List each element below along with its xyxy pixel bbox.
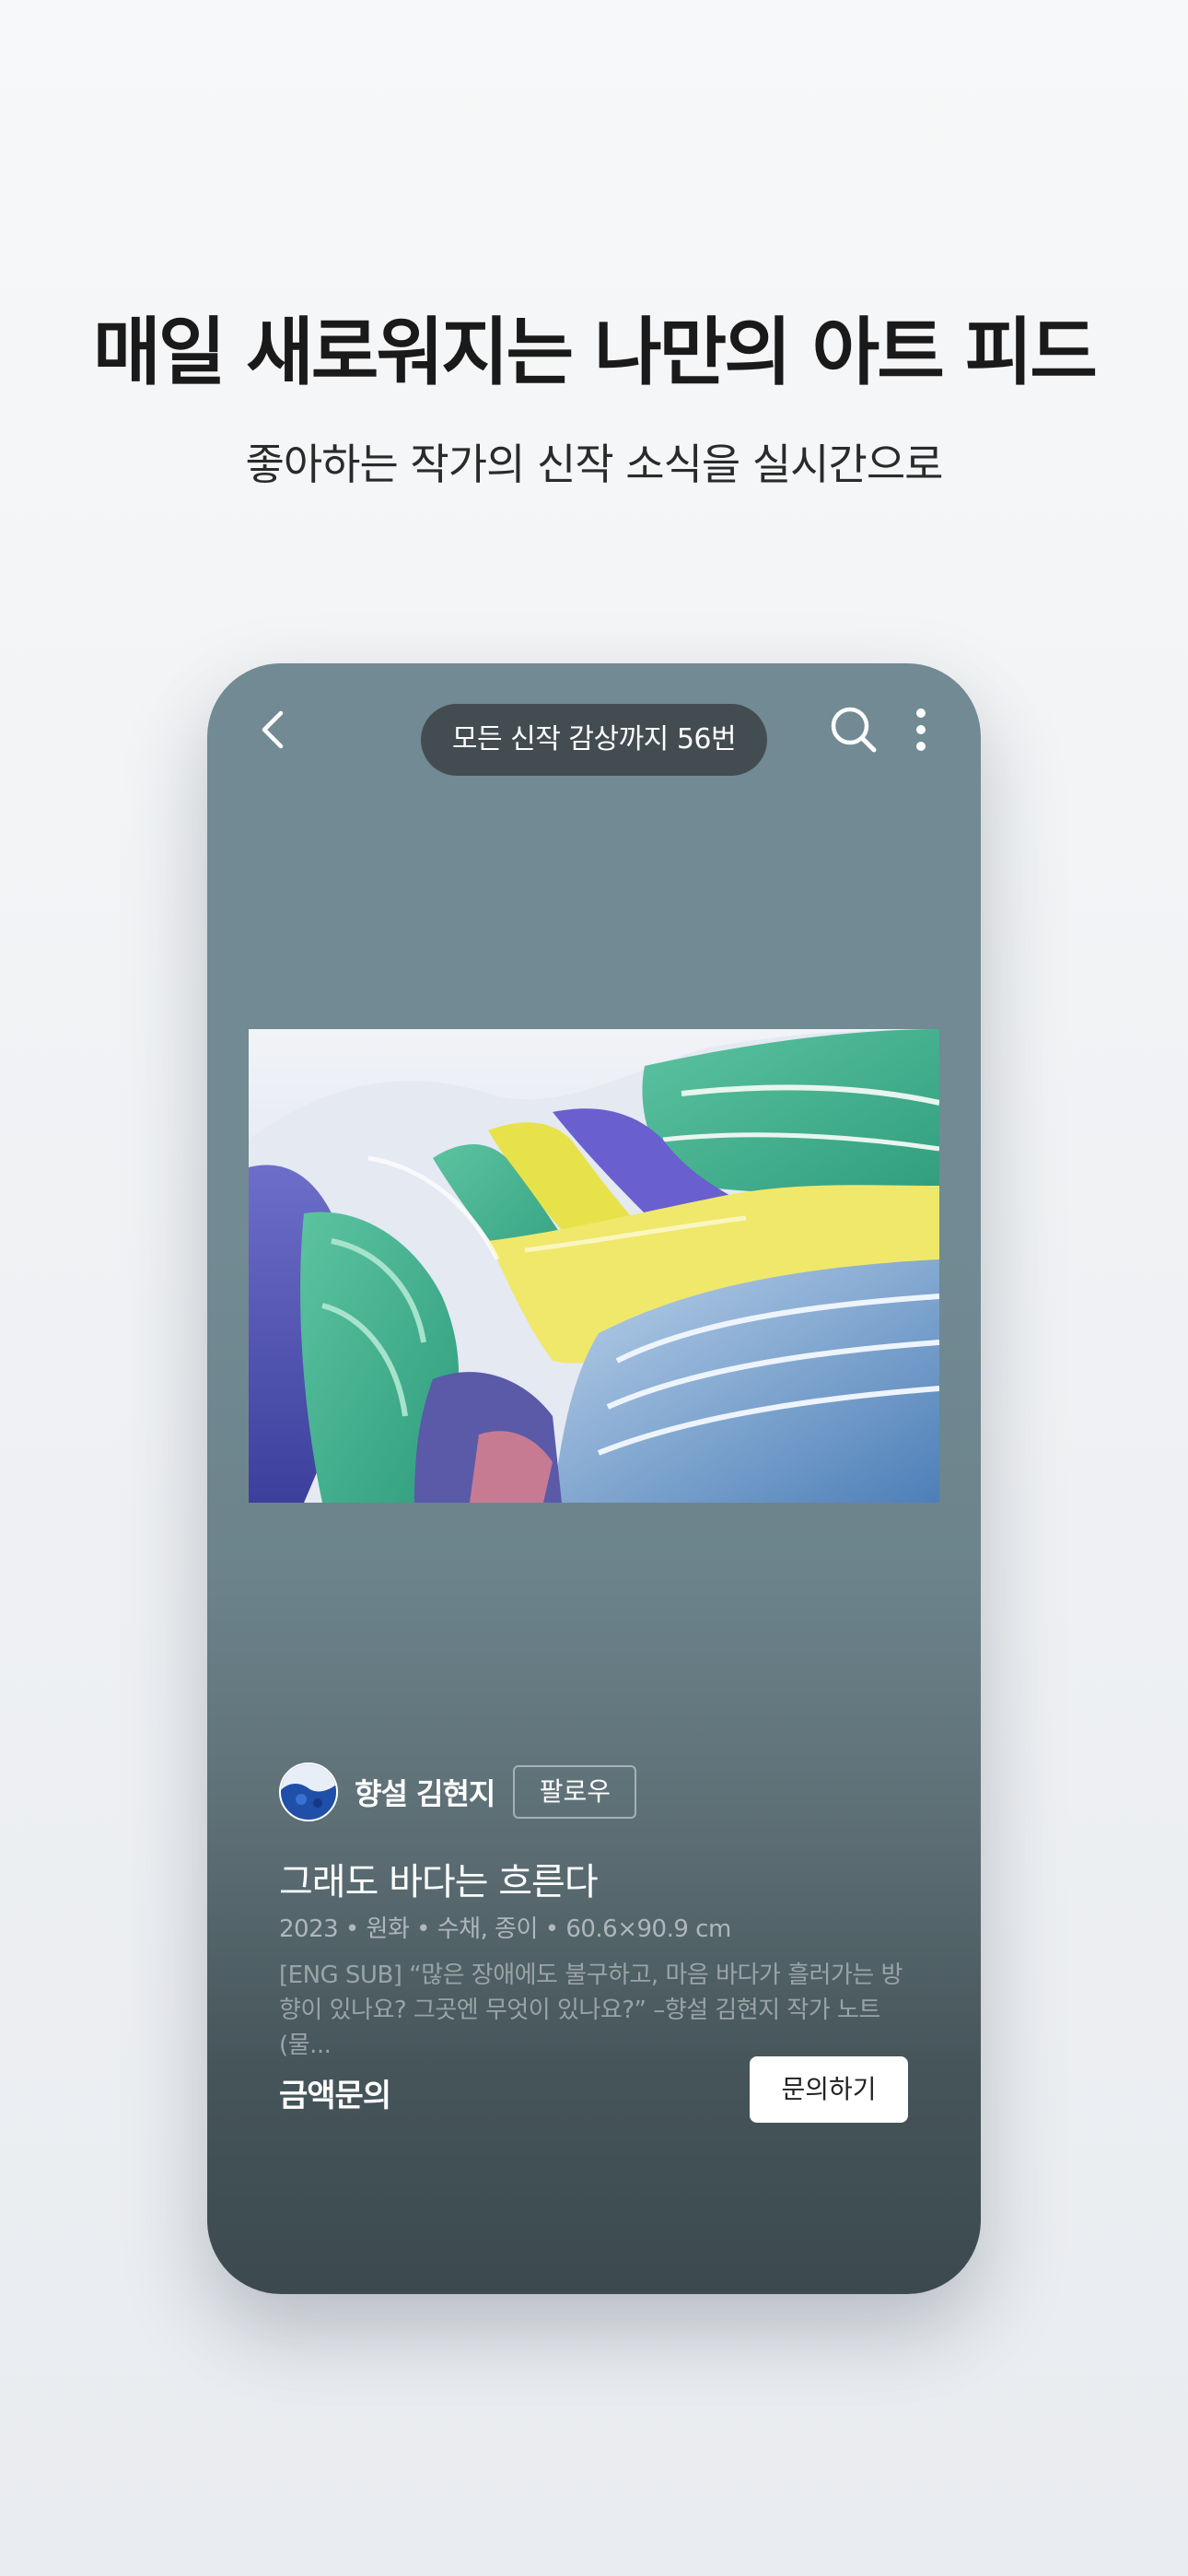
inquiry-button[interactable]: 문의하기 bbox=[750, 2056, 908, 2123]
phone-screen: 모든 신작 감상까지 56번 향설 김현지 팔로우 그래도 바다는 흐른다 20… bbox=[207, 663, 981, 2294]
artwork-title: 그래도 바다는 흐른다 bbox=[279, 1861, 599, 1903]
promo-subheadline: 좋아하는 작가의 신작 소식을 실시간으로 bbox=[245, 439, 944, 489]
artwork-meta: 2023 • 원화 • 수채, 종이 • 60.6×90.9 cm bbox=[279, 1915, 731, 1943]
follow-button[interactable]: 팔로우 bbox=[513, 1765, 637, 1819]
search-icon bbox=[831, 707, 877, 753]
price-label: 금액문의 bbox=[279, 2078, 391, 2114]
artist-avatar[interactable] bbox=[279, 1762, 338, 1821]
search-button[interactable] bbox=[824, 700, 883, 759]
chevron-left-icon bbox=[262, 710, 284, 749]
more-vertical-icon bbox=[916, 708, 926, 751]
artwork-description[interactable]: [ENG SUB] “많은 장애에도 불구하고, 마음 바다가 흘러가는 방향이… bbox=[279, 1958, 914, 2063]
promo-headline: 매일 새로워지는 나만의 아트 피드 bbox=[93, 310, 1098, 395]
back-button[interactable] bbox=[244, 700, 303, 759]
more-button[interactable] bbox=[903, 700, 939, 759]
artist-name[interactable]: 향설 김현지 bbox=[355, 1771, 495, 1813]
artwork-image[interactable] bbox=[249, 1029, 940, 1503]
artist-row: 향설 김현지 팔로우 bbox=[279, 1762, 637, 1822]
progress-pill: 모든 신작 감상까지 56번 bbox=[421, 704, 767, 776]
